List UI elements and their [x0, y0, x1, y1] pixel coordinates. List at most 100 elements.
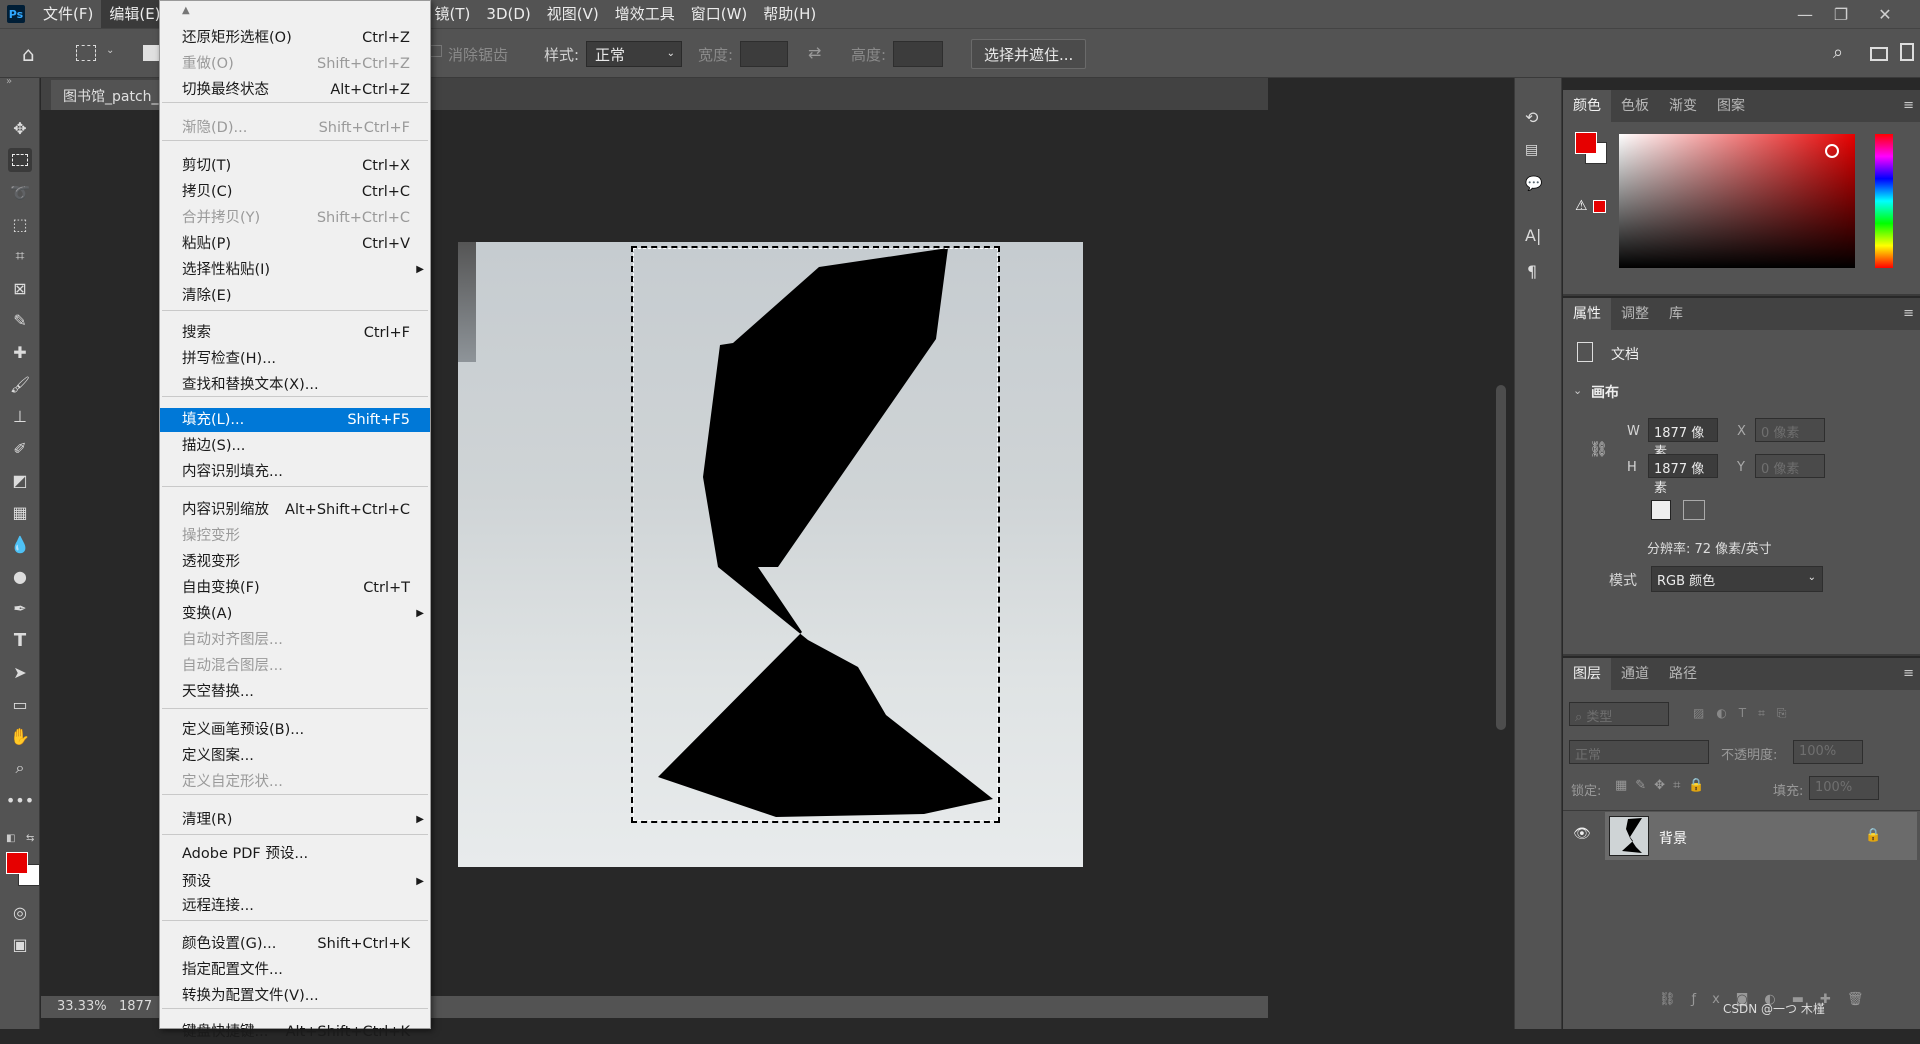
marquee-tool-icon[interactable]	[8, 148, 32, 172]
tab-adjustments[interactable]: 调整	[1611, 298, 1659, 330]
minimize-icon[interactable]: —	[1786, 0, 1824, 28]
canvas-height-field[interactable]: 1877 像素	[1648, 454, 1718, 496]
tab-layers[interactable]: 图层	[1563, 658, 1611, 690]
edit-menu-item[interactable]: 定义自定形状...	[160, 770, 430, 794]
brush-tool-icon[interactable]: 🖌	[8, 372, 32, 396]
mode-select[interactable]: RGB 颜色 ⌄	[1651, 566, 1823, 592]
tab-gradients[interactable]: 渐变	[1659, 90, 1707, 122]
scroll-up-icon[interactable]: ▲	[182, 5, 190, 16]
hue-slider[interactable]	[1875, 134, 1893, 268]
character-panel-icon[interactable]: A|	[1525, 226, 1541, 245]
edit-menu-item[interactable]: 自由变换(F) Ctrl+T	[160, 576, 430, 600]
workspace-icon[interactable]	[1870, 47, 1888, 61]
color-picker-handle[interactable]	[1825, 144, 1839, 158]
collapse-icon[interactable]: »	[6, 76, 12, 87]
edit-menu-item[interactable]: 重做(O) Shift+Ctrl+Z	[160, 52, 430, 76]
edit-menu-item[interactable]: 透视变形	[160, 550, 430, 574]
edit-menu-item[interactable]: 定义图案...	[160, 744, 430, 768]
edit-menu-item[interactable]: 填充(L)... Shift+F5	[160, 408, 430, 432]
stamp-tool-icon[interactable]: ⊥	[8, 404, 32, 428]
quick-mask-icon[interactable]: ◎	[8, 900, 32, 924]
chevron-down-icon[interactable]: ⌄	[106, 45, 114, 56]
tab-swatches[interactable]: 色板	[1611, 90, 1659, 122]
hand-tool-icon[interactable]: ✋	[8, 724, 32, 748]
warning-icon[interactable]: ⚠	[1575, 198, 1588, 214]
menu-window[interactable]: 窗口(W)	[683, 0, 756, 28]
restore-icon[interactable]: ❐	[1822, 0, 1860, 28]
swap-icon[interactable]: ⇄	[808, 43, 821, 62]
antialias-checkbox[interactable]	[430, 45, 442, 57]
filter-icons[interactable]: ▨◐T⌗⎘	[1693, 706, 1799, 721]
edit-menu-item[interactable]: 内容识别填充...	[160, 460, 430, 484]
gamut-swatch[interactable]	[1593, 200, 1606, 213]
marquee-preset-icon[interactable]	[76, 45, 96, 61]
edit-menu-item[interactable]: 变换(A) ▶	[160, 602, 430, 626]
canvas-width-field[interactable]: 1877 像素	[1648, 418, 1718, 460]
dodge-tool-icon[interactable]: ●	[8, 564, 32, 588]
blend-mode-select[interactable]: 正常	[1569, 740, 1709, 764]
edit-menu-item[interactable]: 远程连接...	[160, 894, 430, 918]
color-field[interactable]	[1619, 134, 1855, 268]
path-select-tool-icon[interactable]: ➤	[8, 660, 32, 684]
edit-menu-item[interactable]: 清除(E)	[160, 284, 430, 308]
document-tab[interactable]: 图书馆_patch_	[51, 80, 171, 110]
edit-menu-item[interactable]: 搜索 Ctrl+F	[160, 321, 430, 345]
layer-filter-select[interactable]: ⌕ 类型	[1569, 702, 1669, 726]
eyedropper-tool-icon[interactable]: ✎	[8, 308, 32, 332]
history-panel-icon[interactable]: ⟲	[1525, 108, 1538, 127]
actions-panel-icon[interactable]: ▤	[1525, 142, 1538, 158]
portrait-icon[interactable]	[1651, 500, 1671, 520]
menu-file[interactable]: 文件(F)	[35, 0, 101, 28]
screen-mode-icon[interactable]: ▣	[8, 932, 32, 956]
landscape-icon[interactable]	[1683, 500, 1705, 520]
canvas-y-field[interactable]: 0 像素	[1755, 454, 1825, 478]
frame-tool-icon[interactable]: ⊠	[8, 276, 32, 300]
edit-menu-item[interactable]: 操控变形	[160, 524, 430, 548]
menu-help[interactable]: 帮助(H)	[755, 0, 824, 28]
edit-menu-item[interactable]: 粘贴(P) Ctrl+V	[160, 232, 430, 256]
edit-menu-item[interactable]: 拼写检查(H)...	[160, 347, 430, 371]
tab-paths[interactable]: 路径	[1659, 658, 1707, 690]
object-select-tool-icon[interactable]: ⬚	[8, 212, 32, 236]
vertical-scrollbar[interactable]	[1492, 110, 1510, 996]
crop-tool-icon[interactable]: ⌗	[8, 244, 32, 268]
antialias-label[interactable]: 消除锯齿	[448, 44, 508, 65]
edit-menu-item[interactable]: 选择性粘贴(I) ▶	[160, 258, 430, 282]
eraser-tool-icon[interactable]: ◩	[8, 468, 32, 492]
tab-properties[interactable]: 属性	[1563, 298, 1611, 330]
fg-swatch[interactable]	[1575, 132, 1597, 154]
edit-menu-item[interactable]: 描边(S)...	[160, 434, 430, 458]
panel-menu-icon[interactable]: ≡	[1903, 98, 1914, 113]
zoom-tool-icon[interactable]: ⌕	[8, 756, 32, 780]
edit-menu-item[interactable]: 还原矩形选框(O) Ctrl+Z	[160, 26, 430, 50]
lasso-tool-icon[interactable]: ➰	[8, 180, 32, 204]
home-icon[interactable]: ⌂	[22, 42, 35, 66]
edit-menu-item[interactable]: 渐隐(D)... Shift+Ctrl+F	[160, 116, 430, 140]
blur-tool-icon[interactable]: 💧	[8, 532, 32, 556]
edit-menu-item[interactable]: 合并拷贝(Y) Shift+Ctrl+C	[160, 206, 430, 230]
menu-plugins[interactable]: 增效工具	[607, 0, 683, 28]
edit-menu-item[interactable]: 切换最终状态 Alt+Ctrl+Z	[160, 78, 430, 102]
rectangle-tool-icon[interactable]: ▭	[8, 692, 32, 716]
gradient-tool-icon[interactable]: ▦	[8, 500, 32, 524]
swap-colors-icon[interactable]: ⇆	[26, 833, 34, 844]
edit-menu-item[interactable]: 清理(R) ▶	[160, 808, 430, 832]
paragraph-panel-icon[interactable]: ¶	[1527, 262, 1537, 281]
share-icon[interactable]	[1900, 43, 1914, 61]
edit-menu-item[interactable]: 预设 ▶	[160, 870, 430, 894]
more-tools-icon[interactable]: •••	[6, 788, 34, 812]
height-input[interactable]	[893, 41, 943, 67]
edit-menu-item[interactable]: 定义画笔预设(B)...	[160, 718, 430, 742]
edit-menu-item[interactable]: 转换为配置文件(V)...	[160, 984, 430, 1008]
width-input[interactable]	[740, 41, 788, 67]
search-icon[interactable]: ⌕	[1833, 42, 1843, 63]
tab-channels[interactable]: 通道	[1611, 658, 1659, 690]
tab-color[interactable]: 颜色	[1563, 90, 1611, 122]
layer-name[interactable]: 背景	[1659, 828, 1687, 848]
tab-patterns[interactable]: 图案	[1707, 90, 1755, 122]
new-selection-icon[interactable]	[143, 45, 159, 61]
edit-menu-item[interactable]: 指定配置文件...	[160, 958, 430, 982]
select-and-mask-button[interactable]: 选择并遮住...	[971, 39, 1087, 69]
edit-menu-item[interactable]: 自动对齐图层...	[160, 628, 430, 652]
healing-brush-tool-icon[interactable]: ✚	[8, 340, 32, 364]
